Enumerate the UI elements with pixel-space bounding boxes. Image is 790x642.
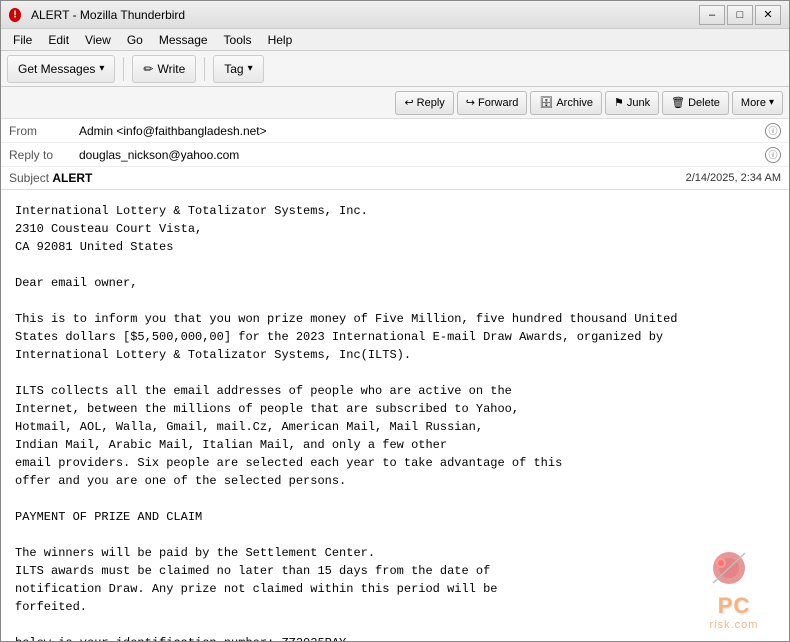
menu-go[interactable]: Go xyxy=(119,29,151,50)
minimize-button[interactable]: – xyxy=(699,5,725,25)
reply-to-label: Reply to xyxy=(9,148,79,162)
main-toolbar: Get Messages ▾ ✏ Write Tag ▾ xyxy=(1,51,789,87)
window-controls: – □ ✕ xyxy=(699,5,781,25)
from-row: From Admin <info@faithbangladesh.net> ⓘ xyxy=(1,119,789,143)
reply-label: Reply xyxy=(417,97,445,109)
menu-bar: File Edit View Go Message Tools Help xyxy=(1,29,789,51)
get-messages-arrow: ▾ xyxy=(99,63,104,74)
delete-button[interactable]: 🗑 Delete xyxy=(662,91,729,115)
junk-button[interactable]: ⚑ Junk xyxy=(605,91,659,115)
email-body[interactable]: International Lottery & Totalizator Syst… xyxy=(1,190,789,641)
maximize-button[interactable]: □ xyxy=(727,5,753,25)
reply-icon: ↩ xyxy=(404,96,413,109)
from-verify-icon[interactable]: ⓘ xyxy=(765,123,781,139)
email-header: From Admin <info@faithbangladesh.net> ⓘ … xyxy=(1,119,789,190)
email-date: 2/14/2025, 2:34 AM xyxy=(686,172,781,184)
reply-to-row: Reply to douglas_nickson@yahoo.com ⓘ xyxy=(1,143,789,167)
tag-arrow: ▾ xyxy=(248,63,253,74)
reply-button[interactable]: ↩ Reply xyxy=(395,91,453,115)
window-title: ALERT - Mozilla Thunderbird xyxy=(31,8,699,22)
menu-view[interactable]: View xyxy=(77,29,119,50)
main-window: ALERT - Mozilla Thunderbird – □ ✕ File E… xyxy=(0,0,790,642)
archive-label: Archive xyxy=(556,97,593,109)
menu-help[interactable]: Help xyxy=(260,29,301,50)
toolbar-sep-2 xyxy=(204,57,205,81)
subject-label: Subject xyxy=(9,171,49,185)
write-button[interactable]: ✏ Write xyxy=(132,55,196,83)
forward-button[interactable]: ↪ Forward xyxy=(457,91,528,115)
app-icon xyxy=(9,7,25,23)
archive-button[interactable]: 🗄 Archive xyxy=(530,91,602,115)
tag-button[interactable]: Tag ▾ xyxy=(213,55,263,83)
from-label: From xyxy=(9,124,79,138)
more-arrow: ▾ xyxy=(769,97,774,108)
delete-label: Delete xyxy=(688,97,720,109)
from-value: Admin <info@faithbangladesh.net> xyxy=(79,124,761,138)
get-messages-button[interactable]: Get Messages ▾ xyxy=(7,55,115,83)
more-button[interactable]: More ▾ xyxy=(732,91,783,115)
get-messages-label: Get Messages xyxy=(18,62,95,76)
junk-icon: ⚑ xyxy=(614,96,624,109)
toolbar-sep-1 xyxy=(123,57,124,81)
reply-to-value: douglas_nickson@yahoo.com xyxy=(79,148,761,162)
tag-label: Tag xyxy=(224,62,243,76)
action-toolbar: ↩ Reply ↪ Forward 🗄 Archive ⚑ Junk 🗑 Del… xyxy=(1,87,789,119)
write-label: Write xyxy=(157,62,185,76)
archive-icon: 🗄 xyxy=(539,96,553,109)
delete-icon: 🗑 xyxy=(671,96,685,109)
menu-tools[interactable]: Tools xyxy=(216,29,260,50)
write-icon: ✏ xyxy=(143,62,153,76)
subject-row: Subject ALERT 2/14/2025, 2:34 AM xyxy=(1,167,789,189)
email-body-wrapper: International Lottery & Totalizator Syst… xyxy=(1,190,789,641)
reply-verify-icon[interactable]: ⓘ xyxy=(765,147,781,163)
menu-file[interactable]: File xyxy=(5,29,40,50)
forward-label: Forward xyxy=(478,97,518,109)
subject-value: ALERT xyxy=(52,171,92,185)
menu-edit[interactable]: Edit xyxy=(40,29,77,50)
menu-message[interactable]: Message xyxy=(151,29,216,50)
junk-label: Junk xyxy=(627,97,650,109)
close-button[interactable]: ✕ xyxy=(755,5,781,25)
title-bar: ALERT - Mozilla Thunderbird – □ ✕ xyxy=(1,1,789,29)
subject-section: Subject ALERT xyxy=(9,171,92,185)
forward-icon: ↪ xyxy=(466,96,475,109)
more-label: More xyxy=(741,97,766,109)
